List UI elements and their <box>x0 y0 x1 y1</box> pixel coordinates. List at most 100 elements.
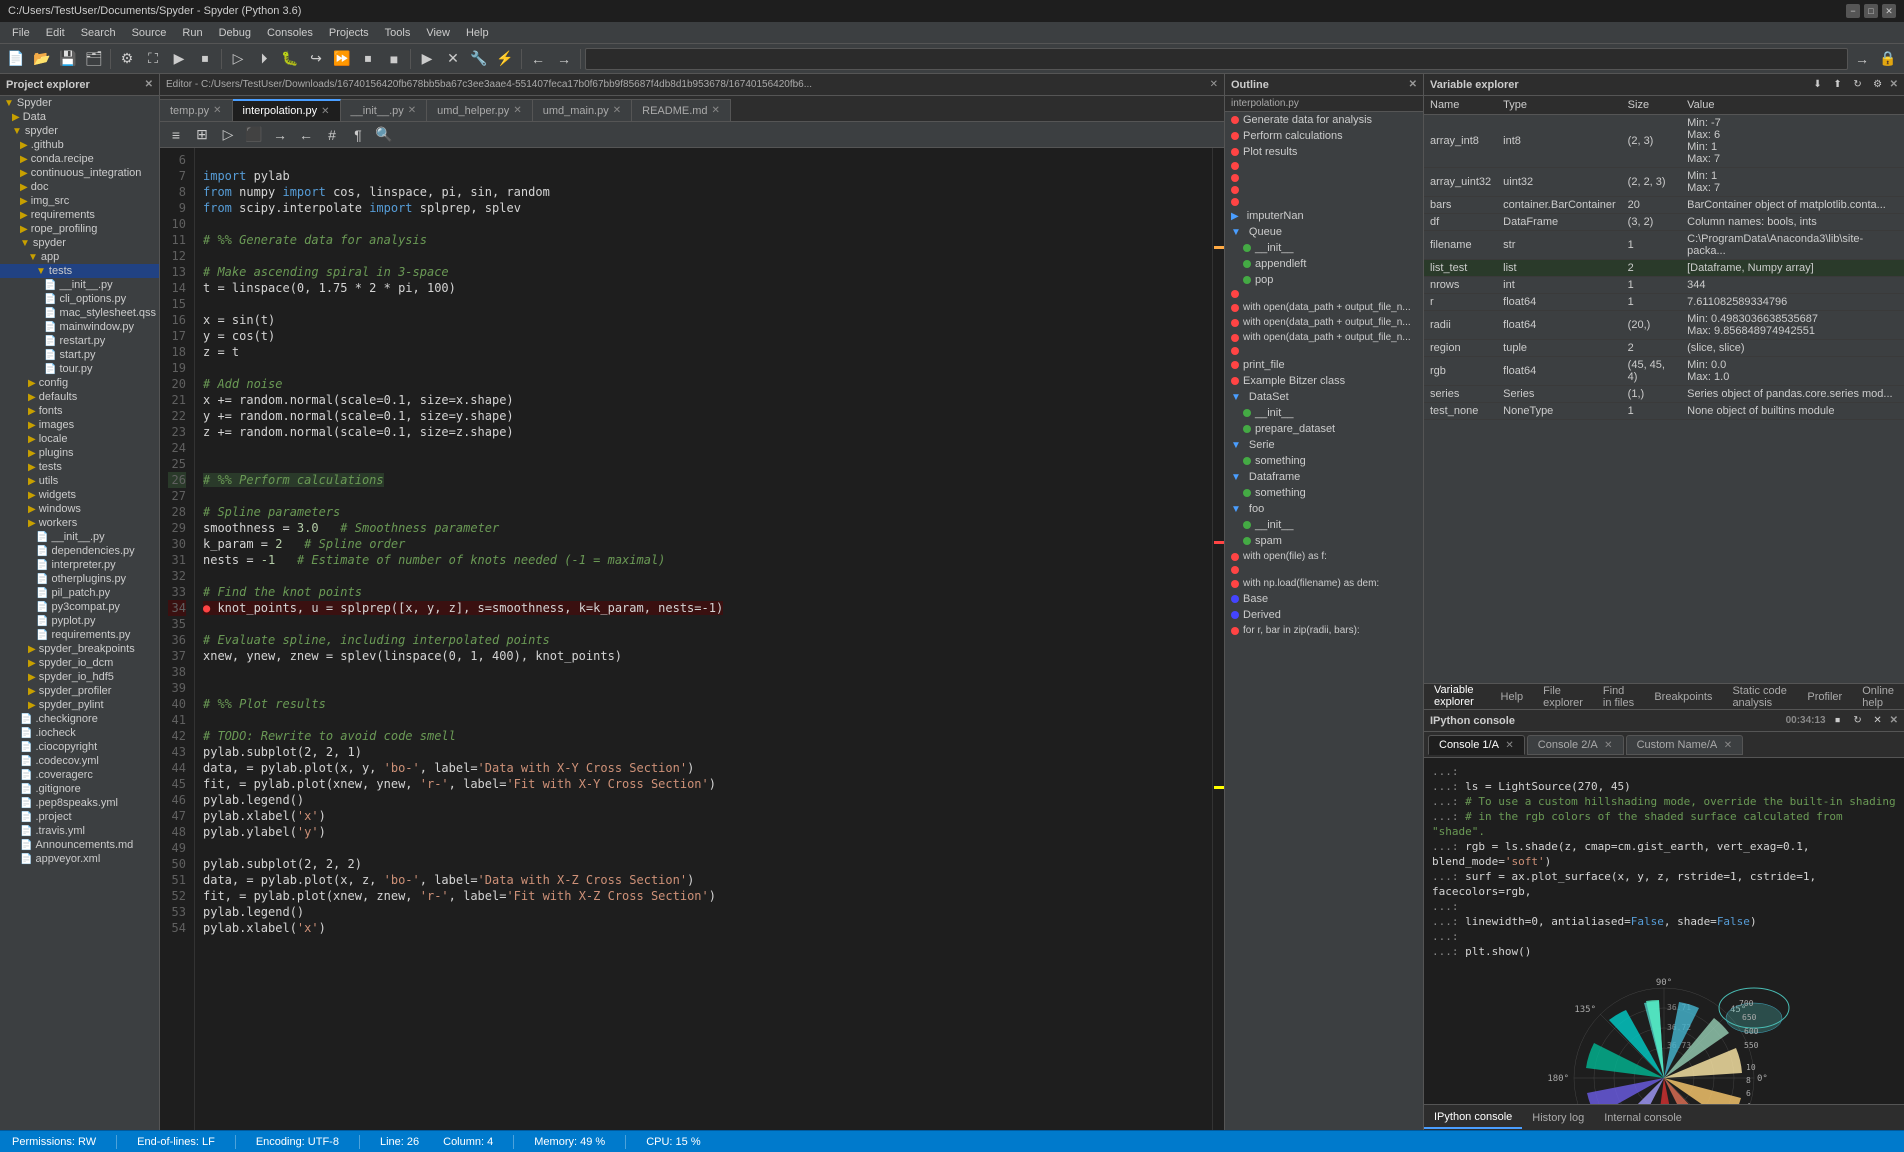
tree-item-mac-qss[interactable]: 📄 mac_stylesheet.qss <box>0 306 159 320</box>
var-row-region[interactable]: region tuple 2 (slice, slice) <box>1424 340 1904 357</box>
col-value[interactable]: Value <box>1681 96 1904 115</box>
tree-item-project[interactable]: 📄 .project <box>0 810 159 824</box>
tree-item-tests[interactable]: ▼ tests <box>0 264 159 278</box>
tab-find-in-files[interactable]: Find in files <box>1593 681 1644 711</box>
var-row-list-test[interactable]: list_test list 2 [Dataframe, Numpy array… <box>1424 260 1904 277</box>
tree-item-spyder3[interactable]: ▼ spyder <box>0 236 159 250</box>
ipython-close[interactable]: ✕ <box>1890 715 1898 726</box>
outline-item-serie[interactable]: ▼ Serie <box>1225 437 1423 453</box>
var-row-radii[interactable]: radii float64 (20,) Min: 0.4983036638535… <box>1424 311 1904 340</box>
tree-item-mainwindow[interactable]: 📄 mainwindow.py <box>0 320 159 334</box>
tab-temp-close[interactable]: ✕ <box>213 105 221 116</box>
stop-button[interactable]: ⏹ <box>356 47 380 71</box>
editor-tb-2[interactable]: ⊞ <box>190 123 214 147</box>
tree-item-requirements2[interactable]: 📄 requirements.py <box>0 628 159 642</box>
outline-item-generate[interactable]: Generate data for analysis <box>1225 112 1423 128</box>
toolbar-btn-extra[interactable]: ⚡ <box>493 47 517 71</box>
tab-variable-explorer[interactable]: Variable explorer <box>1424 680 1491 711</box>
tree-item-spyder-pylint[interactable]: ▶ spyder_pylint <box>0 698 159 712</box>
tab-init-py[interactable]: __init__.py ✕ <box>341 99 428 121</box>
editor-tb-uncomment[interactable]: ¶ <box>346 123 370 147</box>
tree-item-config[interactable]: ▶ config <box>0 376 159 390</box>
editor-tb-1[interactable]: ≡ <box>164 123 188 147</box>
tab-breakpoints[interactable]: Breakpoints <box>1644 687 1722 707</box>
var-row-nrows[interactable]: nrows int 1 344 <box>1424 277 1904 294</box>
toolbar-btn-stop2[interactable]: ✕ <box>441 47 465 71</box>
var-export-btn[interactable]: ⬆ <box>1830 77 1846 93</box>
outline-item-e7[interactable] <box>1225 564 1423 576</box>
tree-item-spyder-hdf5[interactable]: ▶ spyder_io_hdf5 <box>0 670 159 684</box>
tree-item-interpreter[interactable]: 📄 interpreter.py <box>0 558 159 572</box>
tree-item-cli[interactable]: 📄 cli_options.py <box>0 292 159 306</box>
outline-item-dataframe[interactable]: ▼ Dataframe <box>1225 469 1423 485</box>
tree-root-spyder[interactable]: ▼ Spyder <box>0 96 159 110</box>
run-button[interactable]: ▷ <box>226 47 250 71</box>
var-row-array-int8[interactable]: array_int8 int8 (2, 3) Min: -7Max: 6Min:… <box>1424 115 1904 168</box>
close-button[interactable]: ✕ <box>1882 4 1896 18</box>
toolbar-btn-run2[interactable]: ▶ <box>415 47 439 71</box>
tab-file-explorer[interactable]: File explorer <box>1533 681 1593 711</box>
ipython-tab-custom[interactable]: Custom Name/A ✕ <box>1626 735 1744 755</box>
outline-item-queue[interactable]: ▼ Queue <box>1225 224 1423 240</box>
tree-item-py3[interactable]: 📄 py3compat.py <box>0 600 159 614</box>
run-cell-button[interactable]: ⏵ <box>252 47 276 71</box>
tree-item-plugins[interactable]: ▶ plugins <box>0 446 159 460</box>
var-row-r[interactable]: r float64 1 7.611082589334796 <box>1424 294 1904 311</box>
outline-item-npload[interactable]: with np.load(filename) as dem: <box>1225 576 1423 591</box>
tree-item-tour[interactable]: 📄 tour.py <box>0 362 159 376</box>
outline-item-spam[interactable]: spam <box>1225 533 1423 549</box>
project-explorer-close[interactable]: ✕ <box>145 79 153 90</box>
editor-tb-comment[interactable]: # <box>320 123 344 147</box>
outline-item-printfile[interactable]: print_file <box>1225 357 1423 373</box>
tree-item-restart[interactable]: 📄 restart.py <box>0 334 159 348</box>
outline-item-forloop[interactable]: for r, bar in zip(radii, bars): <box>1225 623 1423 638</box>
var-explorer-close[interactable]: ✕ <box>1890 79 1898 90</box>
path-input[interactable]: C:/Users/TestUser/Downloads/16740156420f… <box>585 48 1848 70</box>
var-refresh-btn[interactable]: ↻ <box>1850 77 1866 93</box>
tree-item-pep8[interactable]: 📄 .pep8speaks.yml <box>0 796 159 810</box>
menu-file[interactable]: File <box>4 25 38 41</box>
tab-internal-console[interactable]: Internal console <box>1594 1108 1692 1128</box>
tree-item-conda[interactable]: ▶ conda.recipe <box>0 152 159 166</box>
tab-online-help[interactable]: Online help <box>1852 681 1904 711</box>
tree-item-images[interactable]: ▶ images <box>0 418 159 432</box>
tree-item-init2[interactable]: 📄 __init__.py <box>0 530 159 544</box>
tree-item-init-py[interactable]: 📄 __init__.py <box>0 278 159 292</box>
path-go-button[interactable]: → <box>1850 47 1874 71</box>
outline-item-init-q[interactable]: __init__ <box>1225 240 1423 256</box>
tab-umdm-close[interactable]: ✕ <box>613 105 621 116</box>
outline-item-e3[interactable] <box>1225 184 1423 196</box>
var-row-test-none[interactable]: test_none NoneType 1 None object of buil… <box>1424 403 1904 420</box>
outline-item-something2[interactable]: something <box>1225 485 1423 501</box>
tree-item-defaults[interactable]: ▶ defaults <box>0 390 159 404</box>
outline-item-prepare[interactable]: prepare_dataset <box>1225 421 1423 437</box>
tab-readme[interactable]: README.md ✕ <box>632 99 731 121</box>
tree-item-windows[interactable]: ▶ windows <box>0 502 159 516</box>
var-row-array-uint32[interactable]: array_uint32 uint32 (2, 2, 3) Min: 1Max:… <box>1424 168 1904 197</box>
tree-item-rope[interactable]: ▶ rope_profiling <box>0 222 159 236</box>
toolbar-btn-3[interactable]: ⛶ <box>141 47 165 71</box>
tab-init-close[interactable]: ✕ <box>408 105 416 116</box>
outline-item-e2[interactable] <box>1225 172 1423 184</box>
col-size[interactable]: Size <box>1622 96 1681 115</box>
tab-temp-py[interactable]: temp.py ✕ <box>160 99 233 121</box>
open-file-button[interactable]: 📂 <box>30 47 54 71</box>
outline-item-foo[interactable]: ▼ foo <box>1225 501 1423 517</box>
toolbar-btn-5[interactable]: ⏹ <box>193 47 217 71</box>
step-button[interactable]: ↪ <box>304 47 328 71</box>
col-name[interactable]: Name <box>1424 96 1497 115</box>
tree-item-spyder-profiler[interactable]: ▶ spyder_profiler <box>0 684 159 698</box>
save-all-button[interactable]: 🗂 <box>82 47 106 71</box>
ipython-tab-console2[interactable]: Console 2/A ✕ <box>1527 735 1624 755</box>
tree-item-checkignore[interactable]: 📄 .checkignore <box>0 712 159 726</box>
editor-tb-debug[interactable]: ⬛ <box>242 123 266 147</box>
menu-run[interactable]: Run <box>174 25 210 41</box>
ipython-tab2-close[interactable]: ✕ <box>1604 740 1612 751</box>
editor-close[interactable]: ✕ <box>1210 79 1218 90</box>
tree-item-appveyor[interactable]: 📄 appveyor.xml <box>0 852 159 866</box>
ipython-clear-btn[interactable]: ✕ <box>1870 713 1886 729</box>
outline-item-with1[interactable]: with open(data_path + output_file_n... <box>1225 300 1423 315</box>
tab-static-analysis[interactable]: Static code analysis <box>1722 681 1797 711</box>
menu-view[interactable]: View <box>418 25 458 41</box>
tree-item-app[interactable]: ▼ app <box>0 250 159 264</box>
